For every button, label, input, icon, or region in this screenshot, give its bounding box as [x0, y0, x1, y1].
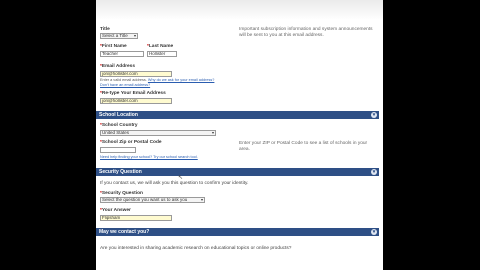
letterbox-left [0, 0, 96, 270]
answer-input[interactable]: Flipsham [100, 215, 172, 221]
security-question-label: *Security Question [100, 191, 143, 196]
title-label: Title [100, 27, 110, 32]
contact-question: Are you interested in sharing academic r… [100, 246, 292, 251]
first-name-label: *First Name [100, 44, 127, 49]
arrow-cursor-icon: ↖ [178, 175, 184, 181]
security-question-select[interactable]: Select the question you want us to ask y… [100, 197, 205, 203]
answer-label: *Your Answer [100, 208, 131, 213]
email-why-link[interactable]: Why do we ask for your email address? [148, 78, 214, 82]
chevron-down-icon: ▾ [133, 33, 136, 38]
school-search-link[interactable]: Need help finding your school? Try our s… [100, 155, 198, 159]
title-select[interactable]: Select a Title ▾ [100, 33, 138, 39]
letterbox-right [383, 0, 480, 270]
chevron-down-icon: ▾ [211, 130, 214, 135]
contact-header[interactable]: May we contact you? ▾ [96, 228, 379, 236]
school-zip-label: *School Zip or Postal Code [100, 140, 162, 145]
zip-side-note: Enter your ZIP or Postal Code to see a l… [239, 141, 368, 152]
reemail-input[interactable]: jon@hollister.com [100, 98, 172, 104]
top-header-fade [96, 0, 383, 20]
reemail-label: *Re-type Your Email Address [100, 91, 166, 96]
no-email-link[interactable]: Don't have an email address? [100, 83, 150, 87]
school-country-label: *School Country [100, 123, 138, 128]
email-note: Enter a valid email address. Why do we a… [100, 78, 215, 82]
no-email-note: Don't have an email address? [100, 83, 150, 87]
collapse-icon[interactable]: ▾ [371, 169, 377, 175]
registration-page: Title Select a Title ▾ *First Name Teache… [96, 0, 383, 270]
collapse-icon[interactable]: ▾ [371, 112, 377, 118]
last-name-input[interactable]: Hollister [147, 51, 177, 57]
school-zip-input[interactable] [100, 147, 136, 153]
security-intro: If you contact us, we will ask you this … [100, 181, 249, 186]
security-question-header[interactable]: Security Question ▾ [96, 168, 379, 176]
chevron-down-icon: ▾ [200, 197, 203, 202]
email-label: *Email Address [100, 64, 136, 69]
last-name-label: *Last Name [147, 44, 174, 49]
first-name-input[interactable]: Teacher [100, 51, 144, 57]
collapse-icon[interactable]: ▾ [371, 229, 377, 235]
email-side-note: Important subscription information and s… [239, 27, 373, 38]
school-country-select[interactable]: United States ▾ [100, 130, 216, 136]
email-input[interactable]: jon@hollister.com [100, 71, 172, 77]
school-location-header[interactable]: School Location ▾ [96, 111, 379, 119]
